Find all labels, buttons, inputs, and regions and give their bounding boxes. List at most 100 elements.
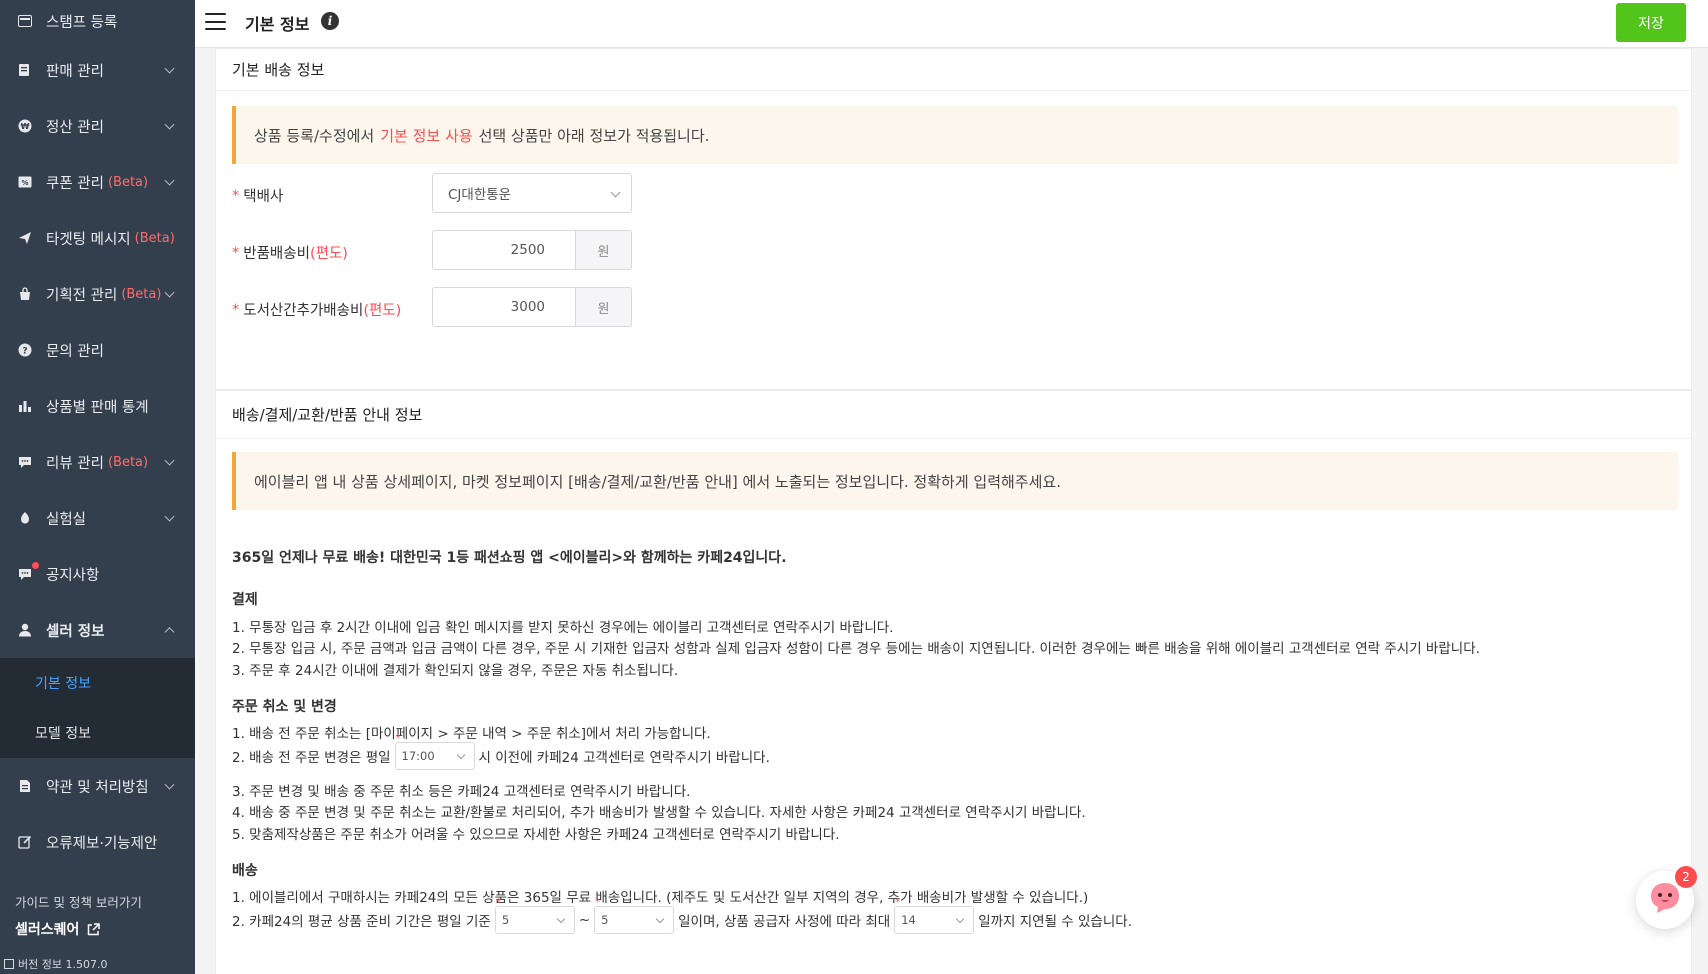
seller-info-submenu: 기본 정보 모델 정보 bbox=[0, 658, 195, 758]
return-fee-suffix: (편도) bbox=[309, 246, 348, 262]
chevron-down-icon bbox=[955, 914, 965, 924]
chevron-down-icon bbox=[556, 914, 566, 924]
comment-icon bbox=[16, 453, 34, 471]
order-time-select[interactable]: * 17:00 bbox=[394, 733, 475, 770]
sidebar-item-seller-info[interactable]: 셀러 정보 bbox=[0, 602, 195, 658]
sales-icon bbox=[16, 61, 34, 79]
sidebar-item-review[interactable]: 리뷰 관리 (Beta) bbox=[0, 434, 195, 490]
order-title: 주문 취소 및 변경 bbox=[232, 699, 337, 715]
required-mark: * bbox=[495, 897, 501, 908]
order-time-value: 17:00 bbox=[401, 749, 435, 763]
delivery-line2-post: 일까지 지연될 수 있습니다. bbox=[978, 914, 1132, 930]
sidebar-subitem-basic-info[interactable]: 기본 정보 bbox=[0, 658, 195, 708]
courier-label: 택배사 bbox=[243, 189, 284, 205]
order-line2-post: 시 이전에 카페24 고객센터로 연락주시기 바랍니다. bbox=[478, 750, 770, 766]
seller-square-label: 셀러스퀘어 bbox=[15, 922, 80, 938]
sidebar-item-label: 셀러 정보 bbox=[46, 623, 105, 640]
svg-text:?: ? bbox=[22, 347, 27, 357]
guide-headline: 365일 언제나 무료 배송! 대한민국 1등 패션쇼핑 앱 <에이블리>와 함… bbox=[232, 550, 787, 566]
chevron-down-icon bbox=[456, 750, 465, 760]
delivery-prep-row: 2. 카페24의 평균 상품 준비 기간은 평일 기준 * 5 ~ * 5 일이… bbox=[232, 897, 1132, 934]
chevron-down-icon bbox=[164, 287, 175, 298]
required-mark: * bbox=[232, 244, 240, 261]
settlement-icon: ₩ bbox=[16, 117, 34, 135]
menu-toggle-icon[interactable] bbox=[205, 13, 226, 30]
island-fee-input-group: 3000 원 bbox=[432, 287, 632, 327]
prep-delay-select[interactable]: * 14 bbox=[894, 897, 975, 934]
sidebar-item-terms[interactable]: 약관 및 처리방침 bbox=[0, 758, 195, 814]
tilde: ~ bbox=[578, 912, 591, 928]
sidebar-subitem-model-info[interactable]: 모델 정보 bbox=[0, 708, 195, 758]
coupon-icon: % bbox=[16, 173, 34, 191]
return-fee-input[interactable]: 2500 bbox=[432, 230, 576, 270]
card-title: 기본 배송 정보 bbox=[216, 49, 1691, 91]
currency-unit: 원 bbox=[576, 287, 632, 327]
beta-badge: (Beta) bbox=[107, 174, 149, 190]
required-mark: * bbox=[895, 897, 901, 908]
chevron-down-icon bbox=[164, 63, 175, 74]
info-icon[interactable]: i bbox=[321, 12, 339, 30]
document-icon bbox=[16, 777, 34, 795]
currency-unit: 원 bbox=[576, 230, 632, 270]
sidebar-item-label: 상품별 판매 통계 bbox=[46, 399, 149, 416]
order-line: 3. 주문 변경 및 배송 중 주문 취소 등은 카페24 고객센터로 연락주시… bbox=[232, 784, 691, 800]
sidebar-item-label: 실험실 bbox=[46, 511, 87, 528]
sidebar: 스탬프 등록 판매 관리 ₩ 정산 관리 % 쿠폰 관리 (Beta) 타겟팅 … bbox=[0, 0, 195, 974]
sidebar-item-inquiry[interactable]: ? 문의 관리 bbox=[0, 322, 195, 378]
delivery-line2-mid: 일이며, 상품 공급자 사정에 따라 최대 bbox=[678, 914, 891, 930]
user-icon bbox=[16, 621, 34, 639]
chevron-up-icon bbox=[164, 627, 175, 638]
svg-text:₩: ₩ bbox=[21, 122, 30, 131]
sidebar-item-stats[interactable]: 상품별 판매 통계 bbox=[0, 378, 195, 434]
sidebar-item-label: 타겟팅 메시지 bbox=[46, 231, 131, 248]
island-fee-input[interactable]: 3000 bbox=[432, 287, 576, 327]
delivery-line2-pre: 2. 카페24의 평균 상품 준비 기간은 평일 기준 bbox=[232, 914, 491, 930]
save-button[interactable]: 저장 bbox=[1616, 3, 1686, 42]
prep-min-value: 5 bbox=[501, 913, 510, 927]
seller-square-link[interactable]: 셀러스퀘어 bbox=[15, 919, 101, 939]
chevron-down-icon bbox=[655, 914, 665, 924]
bag-icon bbox=[16, 285, 34, 303]
sidebar-item-label: 문의 관리 bbox=[46, 343, 104, 360]
send-icon bbox=[16, 229, 34, 247]
guide-notice-text: 에이블리 앱 내 상품 상세페이지, 마켓 정보페이지 [배송/결제/교환/반품… bbox=[254, 472, 1061, 491]
sidebar-item-label: 판매 관리 bbox=[46, 63, 104, 80]
guide-link[interactable]: 가이드 및 정책 보러가기 bbox=[15, 892, 142, 911]
sidebar-item-stamp[interactable]: 스탬프 등록 bbox=[0, 0, 195, 42]
prep-min-select[interactable]: * 5 bbox=[494, 897, 575, 934]
beta-badge: (Beta) bbox=[121, 286, 162, 302]
payment-title: 결제 bbox=[232, 592, 258, 608]
main-content: 기본 배송 정보 상품 등록/수정에서 기본 정보 사용 선택 상품만 아래 정… bbox=[215, 48, 1692, 974]
prep-max-value: 5 bbox=[601, 913, 609, 927]
delivery-title: 배송 bbox=[232, 863, 258, 879]
beta-badge: (Beta) bbox=[107, 454, 149, 470]
sidebar-item-targeting[interactable]: 타겟팅 메시지 (Beta) bbox=[0, 210, 195, 266]
sidebar-item-exhibition[interactable]: 기획전 관리 (Beta) bbox=[0, 266, 195, 322]
sidebar-item-coupon[interactable]: % 쿠폰 관리 (Beta) bbox=[0, 154, 195, 210]
payment-line: 3. 주문 후 24시간 이내에 결제가 확인되지 않을 경우, 주문은 자동 … bbox=[232, 663, 679, 679]
notice-text-pre: 상품 등록/수정에서 bbox=[254, 126, 375, 145]
notice-text-post: 선택 상품만 아래 정보가 적용됩니다. bbox=[478, 126, 710, 145]
required-mark: * bbox=[595, 897, 601, 908]
sidebar-item-settlement[interactable]: ₩ 정산 관리 bbox=[0, 98, 195, 154]
sidebar-item-label: 공지사항 bbox=[46, 567, 100, 584]
courier-select[interactable]: CJ대한통운 bbox=[432, 173, 632, 213]
version-info: 버전 정보 1.507.0 bbox=[4, 956, 107, 972]
chat-icon bbox=[16, 561, 40, 583]
order-line: 1. 배송 전 주문 취소는 [마이페이지 > 주문 내역 > 주문 취소]에서… bbox=[232, 726, 711, 742]
prep-max-select[interactable]: * 5 bbox=[594, 897, 675, 934]
external-link-icon bbox=[87, 922, 101, 936]
sidebar-item-label: 오류제보·기능제안 bbox=[46, 835, 158, 852]
guide-notice: 에이블리 앱 내 상품 상세페이지, 마켓 정보페이지 [배송/결제/교환/반품… bbox=[232, 452, 1678, 510]
sidebar-item-lab[interactable]: 실험실 bbox=[0, 490, 195, 546]
courier-row: * 택배사 bbox=[232, 185, 283, 206]
sidebar-item-feedback[interactable]: 오류제보·기능제안 bbox=[0, 814, 195, 870]
notice-highlight: 기본 정보 사용 bbox=[380, 126, 473, 145]
chevron-down-icon bbox=[164, 455, 175, 466]
stamp-icon bbox=[16, 12, 34, 30]
svg-text:%: % bbox=[21, 179, 28, 187]
sidebar-item-sales[interactable]: 판매 관리 bbox=[0, 42, 195, 98]
required-mark: * bbox=[232, 187, 240, 204]
chevron-down-icon bbox=[610, 187, 621, 198]
sidebar-item-notice[interactable]: 공지사항 bbox=[0, 546, 195, 602]
